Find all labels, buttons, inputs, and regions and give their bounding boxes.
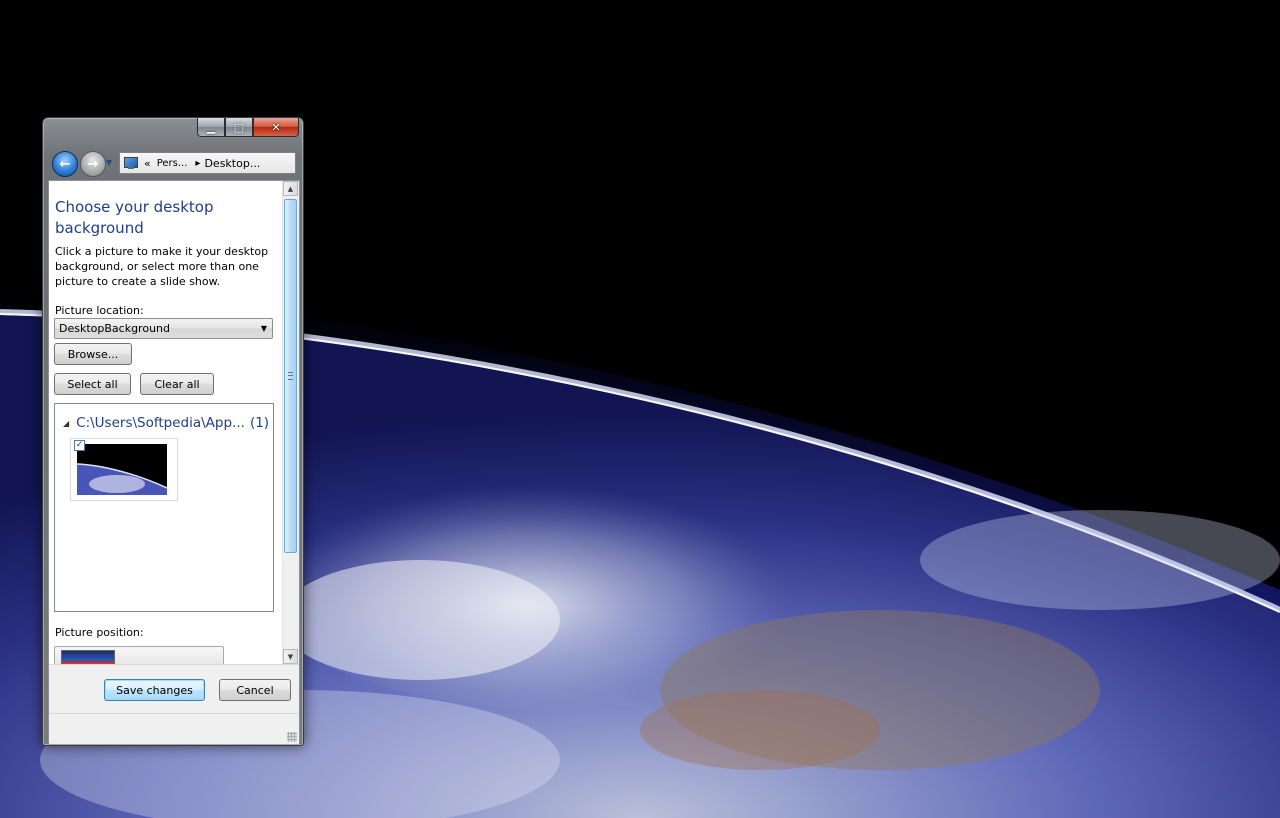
- picture-group-path: C:\Users\Softpedia\App...: [76, 415, 245, 431]
- control-panel-icon: [124, 157, 138, 169]
- minimize-icon: ▁: [206, 120, 216, 134]
- clear-all-button[interactable]: Clear all: [140, 373, 214, 395]
- resize-grip-icon[interactable]: [287, 732, 297, 742]
- earth-thumbnail-image: [77, 444, 167, 495]
- picture-position-dropdown[interactable]: [54, 646, 224, 664]
- scroll-up-button[interactable]: ▲: [283, 181, 298, 196]
- picture-group-header[interactable]: ◢ C:\Users\Softpedia\App... (1): [63, 415, 269, 431]
- picture-checkbox[interactable]: ✓: [74, 440, 85, 451]
- picture-thumbnail[interactable]: [77, 444, 167, 495]
- save-changes-button[interactable]: Save changes: [104, 679, 205, 701]
- picture-position-preview: [61, 650, 115, 664]
- page-title: Choose your desktop background: [55, 198, 214, 237]
- window-client-area: Choose your desktop background Click a p…: [48, 180, 300, 744]
- personalization-window[interactable]: ▁ □ ✕ ← → ▼ « Pers... ▸ Desktop... Choos…: [42, 117, 304, 746]
- forward-button[interactable]: →: [80, 151, 106, 177]
- status-strip: [49, 713, 299, 744]
- back-button[interactable]: ←: [52, 151, 78, 177]
- back-arrow-icon: ←: [59, 156, 71, 172]
- breadcrumb-item-personalization[interactable]: Pers...: [157, 158, 188, 169]
- forward-arrow-icon: →: [87, 156, 99, 172]
- recent-pages-dropdown-icon[interactable]: ▼: [106, 158, 112, 167]
- content-scroll-region: Choose your desktop background Click a p…: [49, 181, 282, 664]
- maximize-button[interactable]: □: [225, 118, 253, 137]
- browse-button[interactable]: Browse...: [54, 343, 132, 365]
- close-button[interactable]: ✕: [253, 118, 299, 137]
- breadcrumb-separator-icon[interactable]: ▸: [195, 158, 200, 169]
- caption-buttons: ▁ □ ✕: [197, 118, 299, 137]
- cancel-button[interactable]: Cancel: [219, 679, 291, 701]
- collapse-triangle-icon[interactable]: ◢: [63, 419, 69, 428]
- scroll-thumb[interactable]: [284, 199, 297, 553]
- close-icon: ✕: [271, 120, 281, 134]
- picture-location-value: DesktopBackground: [59, 322, 170, 335]
- maximize-icon: □: [233, 120, 245, 134]
- vertical-scrollbar[interactable]: ▲ ▼: [282, 181, 299, 664]
- page-description: Click a picture to make it your desktop …: [55, 245, 269, 288]
- scroll-down-button[interactable]: ▼: [283, 649, 298, 664]
- minimize-button[interactable]: ▁: [197, 118, 225, 137]
- address-bar[interactable]: « Pers... ▸ Desktop...: [119, 152, 296, 174]
- chevron-down-icon: ▼: [260, 324, 267, 333]
- picture-list[interactable]: ◢ C:\Users\Softpedia\App... (1) ✓: [54, 403, 274, 612]
- breadcrumb-overflow[interactable]: «: [144, 157, 151, 170]
- picture-location-dropdown[interactable]: DesktopBackground ▼: [54, 318, 273, 339]
- navigation-bar: ← → ▼ « Pers... ▸ Desktop...: [49, 150, 299, 177]
- picture-tile[interactable]: ✓: [70, 438, 178, 501]
- select-all-button[interactable]: Select all: [54, 373, 131, 395]
- picture-group-count: (1): [249, 415, 270, 431]
- picture-location-label: Picture location:: [55, 304, 144, 317]
- picture-position-label: Picture position:: [55, 626, 144, 639]
- breadcrumb-item-desktop-background[interactable]: Desktop...: [204, 157, 260, 170]
- dialog-footer: Save changes Cancel: [49, 664, 299, 744]
- scroll-grip-icon: [288, 372, 293, 380]
